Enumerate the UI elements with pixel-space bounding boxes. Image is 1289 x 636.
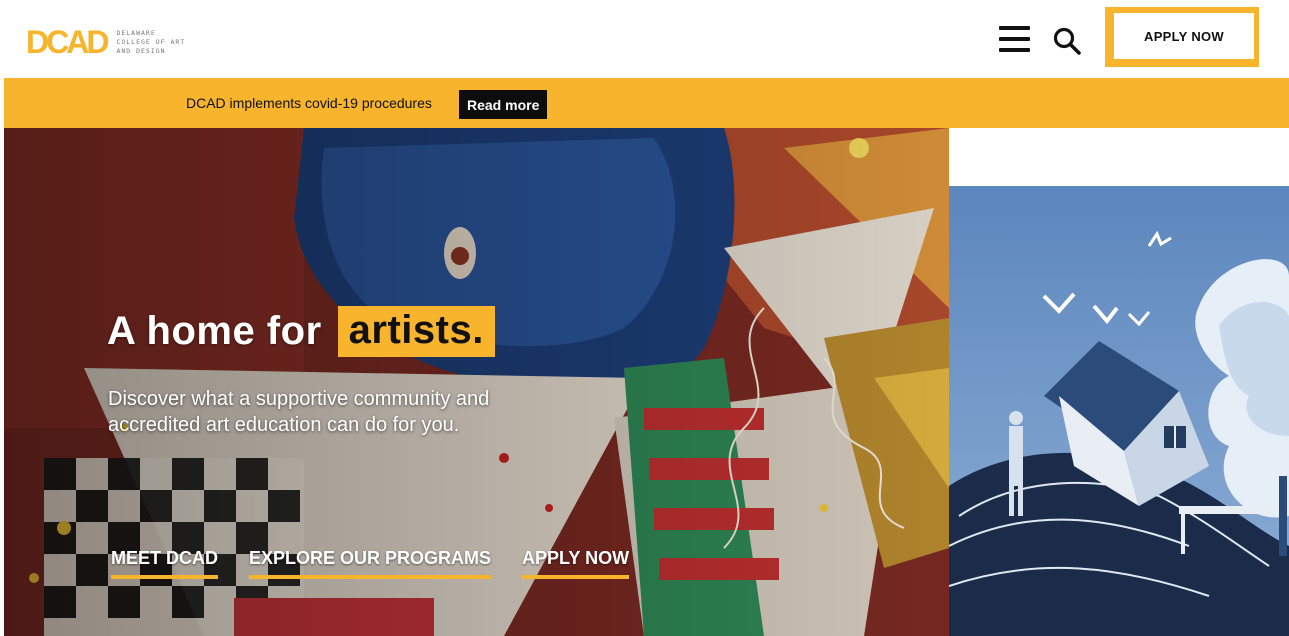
hero-links: MEET DCAD EXPLORE OUR PROGRAMS APPLY NOW xyxy=(111,548,660,579)
hero-subtitle: Discover what a supportive community and… xyxy=(108,388,490,436)
alert-bar: DCAD implements covid-19 procedures Read… xyxy=(4,78,1289,128)
side-panel-top xyxy=(949,128,1289,186)
hero-headline: A home for artists. xyxy=(107,306,495,357)
logo-line-3: AND DESIGN xyxy=(116,46,166,55)
logo-line-1: DELAWARE xyxy=(116,28,156,37)
meet-dcad-link[interactable]: MEET DCAD xyxy=(111,548,218,579)
hero-section: A home for artists. Discover what a supp… xyxy=(4,128,949,636)
side-illustration-image xyxy=(949,186,1289,636)
dcad-logo[interactable]: DCAD DELAWARE COLLEGE OF ART AND DESIGN xyxy=(26,26,185,58)
explore-programs-link[interactable]: EXPLORE OUR PROGRAMS xyxy=(249,548,492,579)
logo-mark: DCAD xyxy=(26,24,109,60)
logo-line-2: COLLEGE OF ART xyxy=(116,37,186,46)
apply-now-header-wrap: APPLY NOW xyxy=(1105,7,1259,67)
hero-headline-highlight: artists. xyxy=(337,306,495,357)
search-icon[interactable] xyxy=(1052,26,1082,56)
logo-wordmark: DELAWARE COLLEGE OF ART AND DESIGN xyxy=(116,29,185,56)
site-header: DCAD DELAWARE COLLEGE OF ART AND DESIGN … xyxy=(0,0,1289,78)
read-more-button[interactable]: Read more xyxy=(459,90,548,119)
hero-headline-text: A home for xyxy=(107,309,322,353)
apply-now-button[interactable]: APPLY NOW xyxy=(1111,10,1257,62)
apply-now-link[interactable]: APPLY NOW xyxy=(522,548,630,579)
hamburger-menu-icon[interactable] xyxy=(999,26,1030,54)
alert-text: DCAD implements covid-19 procedures xyxy=(186,95,432,111)
